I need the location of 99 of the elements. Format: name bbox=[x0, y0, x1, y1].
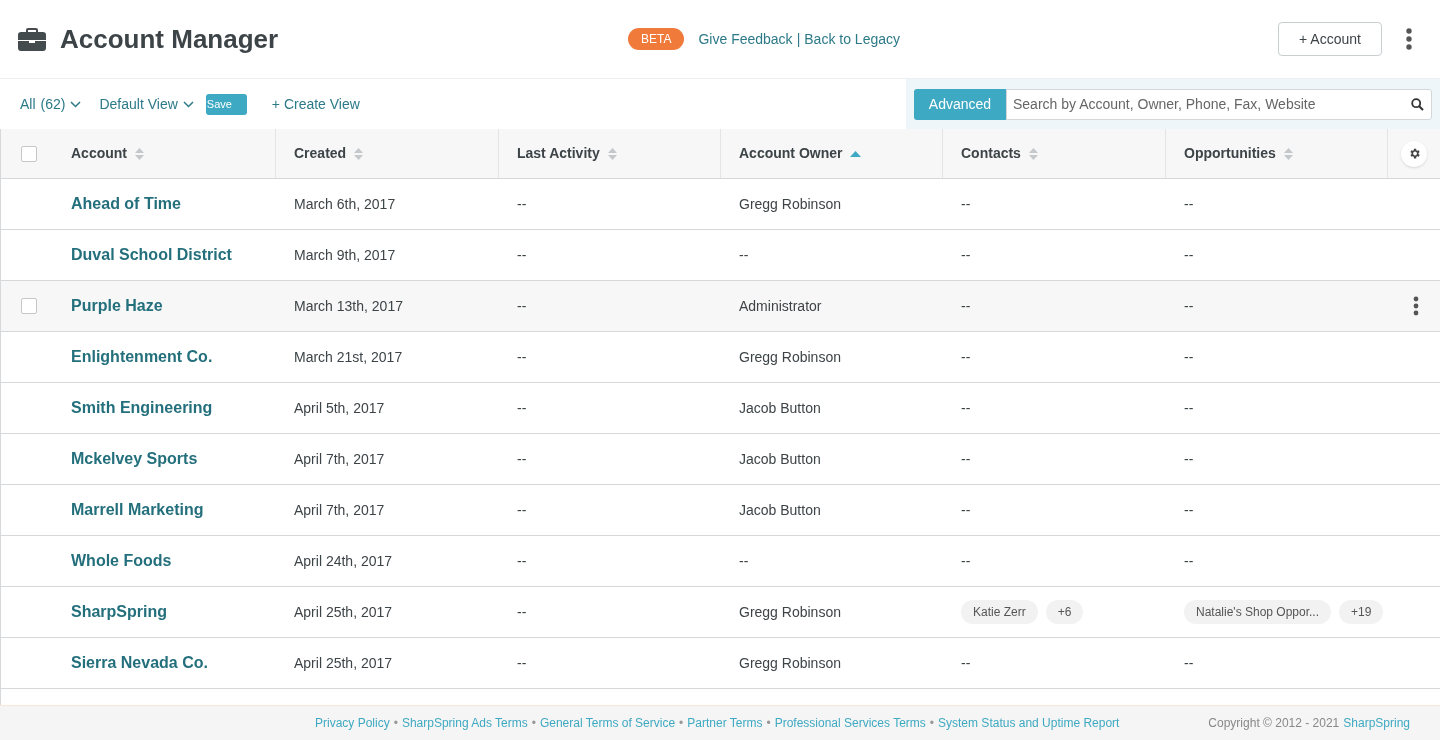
table-cell-text: Gregg Robinson bbox=[739, 602, 841, 622]
chevron-down-icon[interactable] bbox=[70, 100, 82, 108]
copyright-text: Copyright © 2012 - 2021 bbox=[1208, 715, 1340, 732]
table-cell-text: Gregg Robinson bbox=[739, 194, 841, 214]
sort-ascending-icon[interactable] bbox=[850, 150, 862, 157]
table-cell-text: March 9th, 2017 bbox=[294, 245, 396, 265]
separator-dot: • bbox=[929, 715, 935, 732]
separator-dot: • bbox=[679, 715, 684, 732]
separator-dot: • bbox=[766, 715, 771, 732]
account-link[interactable]: Purple Haze bbox=[71, 294, 163, 318]
table-cell-text: -- bbox=[1184, 398, 1194, 418]
table-cell-text: -- bbox=[961, 398, 971, 418]
search-icon[interactable] bbox=[1411, 97, 1424, 111]
link-divider: | bbox=[796, 29, 801, 49]
table-cell-text: -- bbox=[739, 551, 749, 571]
table-cell-text: -- bbox=[961, 449, 971, 469]
table-cell-text: March 6th, 2017 bbox=[294, 194, 396, 214]
account-link[interactable]: Whole Foods bbox=[71, 549, 172, 573]
table-cell-text: -- bbox=[739, 245, 749, 265]
table-cell-text: -- bbox=[517, 500, 527, 520]
chip[interactable]: Katie Zerr bbox=[961, 600, 1038, 624]
table-cell-text: -- bbox=[517, 398, 527, 418]
table-cell-text: April 25th, 2017 bbox=[294, 602, 393, 622]
chip[interactable]: +6 bbox=[1045, 600, 1084, 624]
table-cell-text: April 5th, 2017 bbox=[294, 398, 385, 418]
table-cell-text: -- bbox=[961, 653, 971, 673]
column-header[interactable]: Account bbox=[71, 143, 127, 164]
table-cell-text: -- bbox=[1184, 500, 1194, 520]
table-cell-text: -- bbox=[961, 347, 971, 367]
back-to-legacy-link[interactable]: Back to Legacy bbox=[804, 28, 900, 50]
table-cell-text: -- bbox=[1184, 194, 1194, 214]
chip[interactable]: +19 bbox=[1339, 600, 1384, 624]
column-header[interactable]: Account Owner bbox=[739, 143, 843, 164]
separator-dot: • bbox=[531, 715, 536, 732]
more-options-icon[interactable] bbox=[1406, 28, 1412, 50]
table-cell-text: -- bbox=[1184, 347, 1194, 367]
chevron-down-icon[interactable] bbox=[182, 100, 194, 108]
table-cell-text: -- bbox=[961, 194, 971, 214]
table-cell-text: -- bbox=[517, 551, 527, 571]
table-cell-text: -- bbox=[961, 551, 971, 571]
column-header[interactable]: Last Activity bbox=[517, 143, 600, 164]
account-link[interactable]: Smith Engineering bbox=[71, 396, 213, 420]
checkbox[interactable] bbox=[21, 145, 37, 162]
account-link[interactable]: Sierra Nevada Co. bbox=[71, 651, 208, 675]
table-cell-text: -- bbox=[517, 449, 527, 469]
account-link[interactable]: SharpSpring bbox=[71, 600, 167, 624]
table-cell-text: -- bbox=[961, 296, 971, 316]
table-cell-text: -- bbox=[517, 194, 527, 214]
table-cell-text: Gregg Robinson bbox=[739, 347, 841, 367]
table-cell-text: Administrator bbox=[739, 296, 822, 316]
table-cell-text: Gregg Robinson bbox=[739, 653, 841, 673]
separator-dot: • bbox=[393, 715, 398, 732]
filter-dropdown[interactable]: All (62) bbox=[20, 93, 82, 115]
table-cell-text: -- bbox=[1184, 449, 1194, 469]
account-link[interactable]: Mckelvey Sports bbox=[71, 447, 198, 471]
table-cell-text: -- bbox=[517, 653, 527, 673]
beta-badge: BETA bbox=[628, 28, 685, 50]
give-feedback-link[interactable]: Give Feedback bbox=[698, 28, 793, 50]
create-view-link[interactable]: + Create View bbox=[271, 93, 360, 115]
settings-button[interactable] bbox=[1401, 140, 1427, 167]
table-cell-text: -- bbox=[961, 245, 971, 265]
sort-icon[interactable] bbox=[135, 147, 144, 160]
table-cell-text: Jacob Button bbox=[739, 398, 821, 418]
briefcase-icon bbox=[18, 27, 46, 51]
row-options-icon[interactable] bbox=[1413, 296, 1419, 316]
search-field[interactable]: Search by Account, Owner, Phone, Fax, Website bbox=[1006, 88, 1432, 120]
account-link[interactable]: Ahead of Time bbox=[71, 192, 181, 216]
sort-icon[interactable] bbox=[1028, 147, 1038, 160]
table-cell-text: Jacob Button bbox=[739, 449, 821, 469]
table-cell-text: -- bbox=[1184, 551, 1194, 571]
sort-icon[interactable] bbox=[607, 147, 617, 160]
checkbox[interactable] bbox=[21, 298, 37, 314]
table-cell-text: -- bbox=[1184, 653, 1194, 673]
table-cell-text: -- bbox=[1184, 245, 1194, 265]
page-title: Account Manager bbox=[60, 22, 279, 56]
table-cell-text: -- bbox=[517, 347, 527, 367]
view-dropdown[interactable]: Default View bbox=[99, 93, 194, 115]
table-cell-text: April 24th, 2017 bbox=[294, 551, 393, 571]
table-cell-text: April 7th, 2017 bbox=[294, 449, 385, 469]
table-cell-text: March 13th, 2017 bbox=[294, 296, 403, 316]
table-cell-text: -- bbox=[517, 296, 527, 316]
account-link[interactable]: Enlightenment Co. bbox=[71, 345, 213, 369]
account-link[interactable]: Duval School District bbox=[71, 243, 232, 267]
table-cell-text: April 25th, 2017 bbox=[294, 653, 393, 673]
table-cell-text: -- bbox=[517, 245, 527, 265]
account-link[interactable]: Marrell Marketing bbox=[71, 498, 204, 522]
table-cell-text: -- bbox=[1184, 296, 1194, 316]
table-cell-text: -- bbox=[961, 500, 971, 520]
table-cell-text: -- bbox=[517, 602, 527, 622]
column-header[interactable]: Contacts bbox=[961, 143, 1021, 164]
column-header[interactable]: Opportunities bbox=[1184, 143, 1276, 164]
add-account-button[interactable]: + Account bbox=[1278, 22, 1382, 56]
table-cell-text: March 21st, 2017 bbox=[294, 347, 403, 367]
sort-icon[interactable] bbox=[354, 147, 364, 160]
table-cell-text: April 7th, 2017 bbox=[294, 500, 385, 520]
chip[interactable]: Natalie's Shop Oppor... bbox=[1184, 600, 1332, 624]
table-cell-text: Jacob Button bbox=[739, 500, 821, 520]
sort-icon[interactable] bbox=[1283, 147, 1293, 160]
column-header[interactable]: Created bbox=[294, 143, 347, 164]
